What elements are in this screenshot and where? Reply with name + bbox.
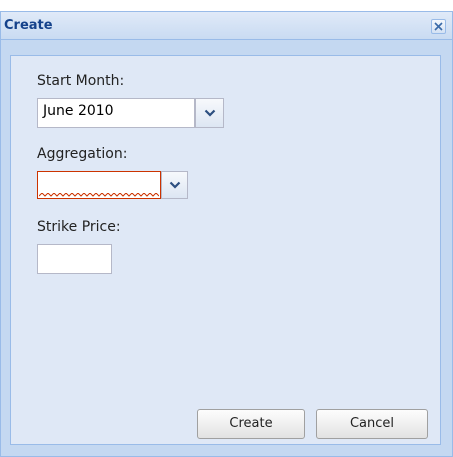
dialog-title: Create [4,18,53,33]
start-month-combo[interactable]: June 2010 [37,98,195,128]
chevron-down-icon [169,181,180,189]
close-icon [434,22,443,31]
cancel-button[interactable]: Cancel [316,409,428,439]
dialog-header: Create [1,12,452,40]
invalid-underline [39,193,159,197]
close-button[interactable] [431,19,446,34]
chevron-down-icon [204,109,215,117]
strike-price-input[interactable] [37,244,112,274]
create-button[interactable]: Create [197,409,305,439]
start-month-value: June 2010 [43,103,114,119]
create-dialog: Create Start Month: June 2010 Aggregatio… [0,11,453,457]
aggregation-dropdown-trigger[interactable] [161,171,188,199]
start-month-dropdown-trigger[interactable] [195,98,224,128]
strike-price-label: Strike Price: [37,219,121,235]
aggregation-label: Aggregation: [37,146,128,162]
start-month-label: Start Month: [37,73,125,89]
aggregation-combo[interactable] [37,171,161,199]
dialog-body: Start Month: June 2010 Aggregation: Stri… [10,55,441,445]
